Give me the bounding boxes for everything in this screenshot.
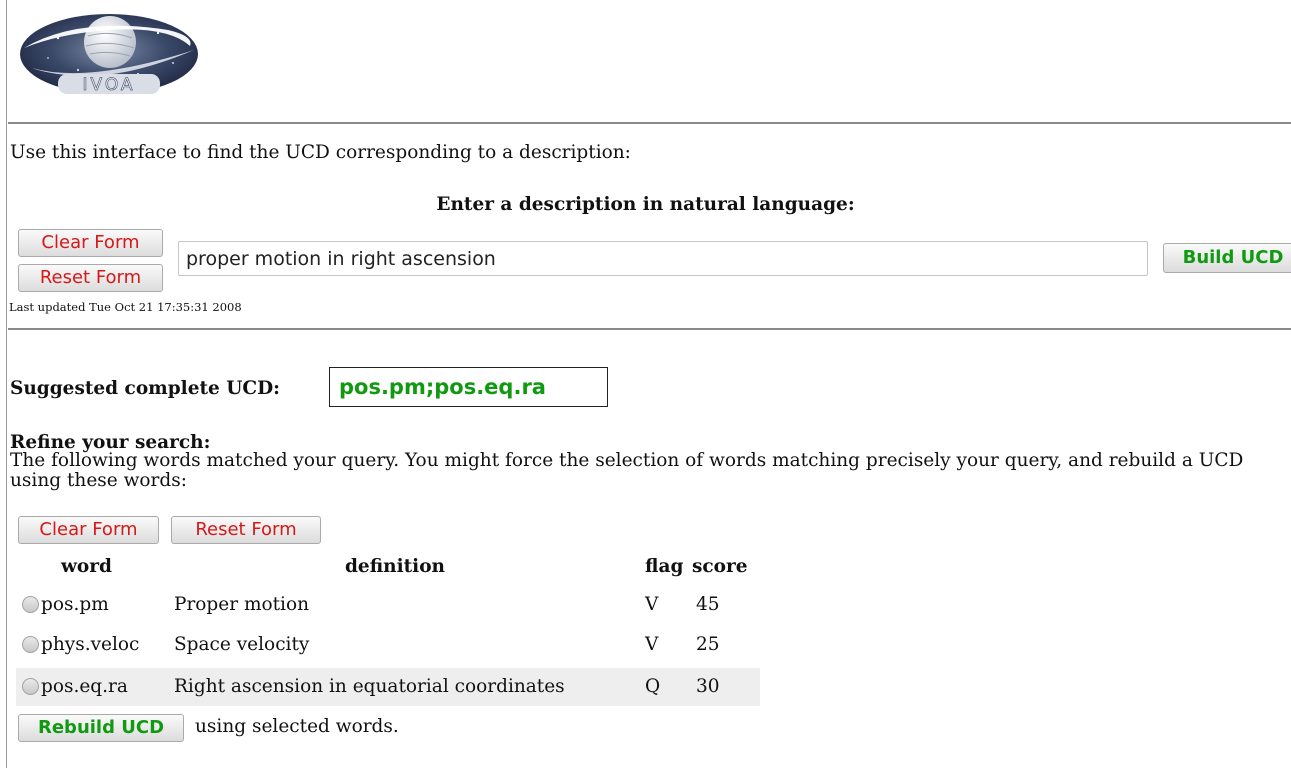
score-cell: 25 — [696, 634, 720, 655]
column-header-word: word — [61, 556, 112, 577]
word-cell: pos.pm — [41, 594, 109, 615]
logo-text: IVOA — [82, 75, 135, 95]
select-checkbox[interactable] — [22, 636, 39, 653]
description-input[interactable] — [178, 241, 1148, 276]
clear-form-button[interactable]: Clear Form — [18, 229, 163, 257]
reset-form-button[interactable]: Reset Form — [18, 264, 163, 292]
intro-text: Use this interface to find the UCD corre… — [10, 142, 631, 163]
select-checkbox[interactable] — [22, 596, 39, 613]
refine-reset-form-button[interactable]: Reset Form — [171, 516, 321, 544]
flag-cell: Q — [645, 676, 661, 697]
select-checkbox[interactable] — [22, 678, 39, 695]
last-updated-text: Last updated Tue Oct 21 17:35:31 2008 — [9, 300, 242, 314]
build-ucd-button[interactable]: Build UCD — [1163, 243, 1291, 273]
word-cell: pos.eq.ra — [41, 676, 128, 697]
column-header-score: score — [692, 556, 748, 577]
word-cell: phys.veloc — [41, 634, 140, 655]
flag-cell: V — [645, 594, 659, 615]
definition-cell: Space velocity — [174, 634, 310, 655]
middle-divider — [8, 328, 1291, 330]
description-heading: Enter a description in natural language: — [436, 194, 855, 215]
score-cell: 45 — [696, 594, 720, 615]
top-divider — [8, 122, 1291, 124]
refine-instructions: The following words matched your query. … — [10, 450, 1244, 491]
column-header-flag: flag — [645, 556, 684, 577]
rebuild-suffix-text: using selected words. — [195, 716, 399, 737]
column-header-definition: definition — [345, 556, 445, 577]
definition-cell: Right ascension in equatorial coordinate… — [174, 676, 565, 697]
left-border — [6, 0, 7, 768]
suggested-ucd-value: pos.pm;pos.eq.ra — [329, 367, 608, 407]
rebuild-ucd-button[interactable]: Rebuild UCD — [18, 714, 184, 742]
refine-clear-form-button[interactable]: Clear Form — [18, 516, 159, 544]
flag-cell: V — [645, 634, 659, 655]
definition-cell: Proper motion — [174, 594, 310, 615]
ivoa-logo: IVOA — [18, 8, 200, 96]
score-cell: 30 — [696, 676, 720, 697]
suggested-ucd-label: Suggested complete UCD: — [10, 378, 280, 399]
